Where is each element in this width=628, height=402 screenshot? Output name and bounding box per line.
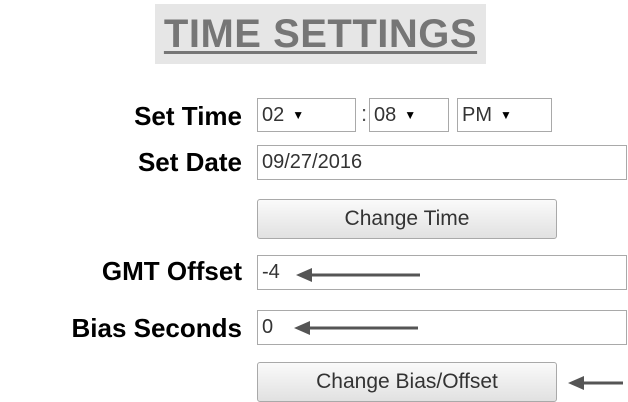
- change-bias-offset-button[interactable]: Change Bias/Offset: [257, 362, 557, 402]
- ampm-value: PM: [462, 103, 492, 126]
- time-settings-page: TIME SETTINGS Set Time 02 ▼ : 08 ▼ PM ▼ …: [0, 0, 628, 402]
- left-arrow-icon: [568, 376, 623, 390]
- bias-seconds-label: Bias Seconds: [71, 313, 242, 343]
- gmt-offset-label: GMT Offset: [101, 256, 242, 286]
- left-arrow-icon: [294, 321, 418, 335]
- gmt-offset-value: -4: [262, 261, 280, 283]
- chevron-down-icon: ▼: [404, 108, 417, 122]
- minute-value: 08: [374, 103, 397, 126]
- chevron-down-icon: ▼: [292, 108, 305, 122]
- chevron-down-icon: ▼: [500, 108, 512, 122]
- date-value: 09/27/2016: [262, 151, 363, 173]
- set-time-label: Set Time: [134, 101, 242, 131]
- change-time-button[interactable]: Change Time: [257, 199, 557, 239]
- minute-select[interactable]: 08 ▼: [369, 98, 449, 132]
- hour-select[interactable]: 02 ▼: [257, 98, 356, 132]
- date-input[interactable]: 09/27/2016: [257, 145, 627, 180]
- left-arrow-icon: [296, 268, 420, 282]
- set-date-label: Set Date: [137, 147, 242, 177]
- bias-seconds-value: 0: [262, 316, 274, 338]
- page-title: TIME SETTINGS: [155, 4, 486, 64]
- time-separator: :: [361, 101, 368, 126]
- hour-value: 02: [262, 103, 285, 126]
- ampm-select[interactable]: PM ▼: [457, 98, 552, 132]
